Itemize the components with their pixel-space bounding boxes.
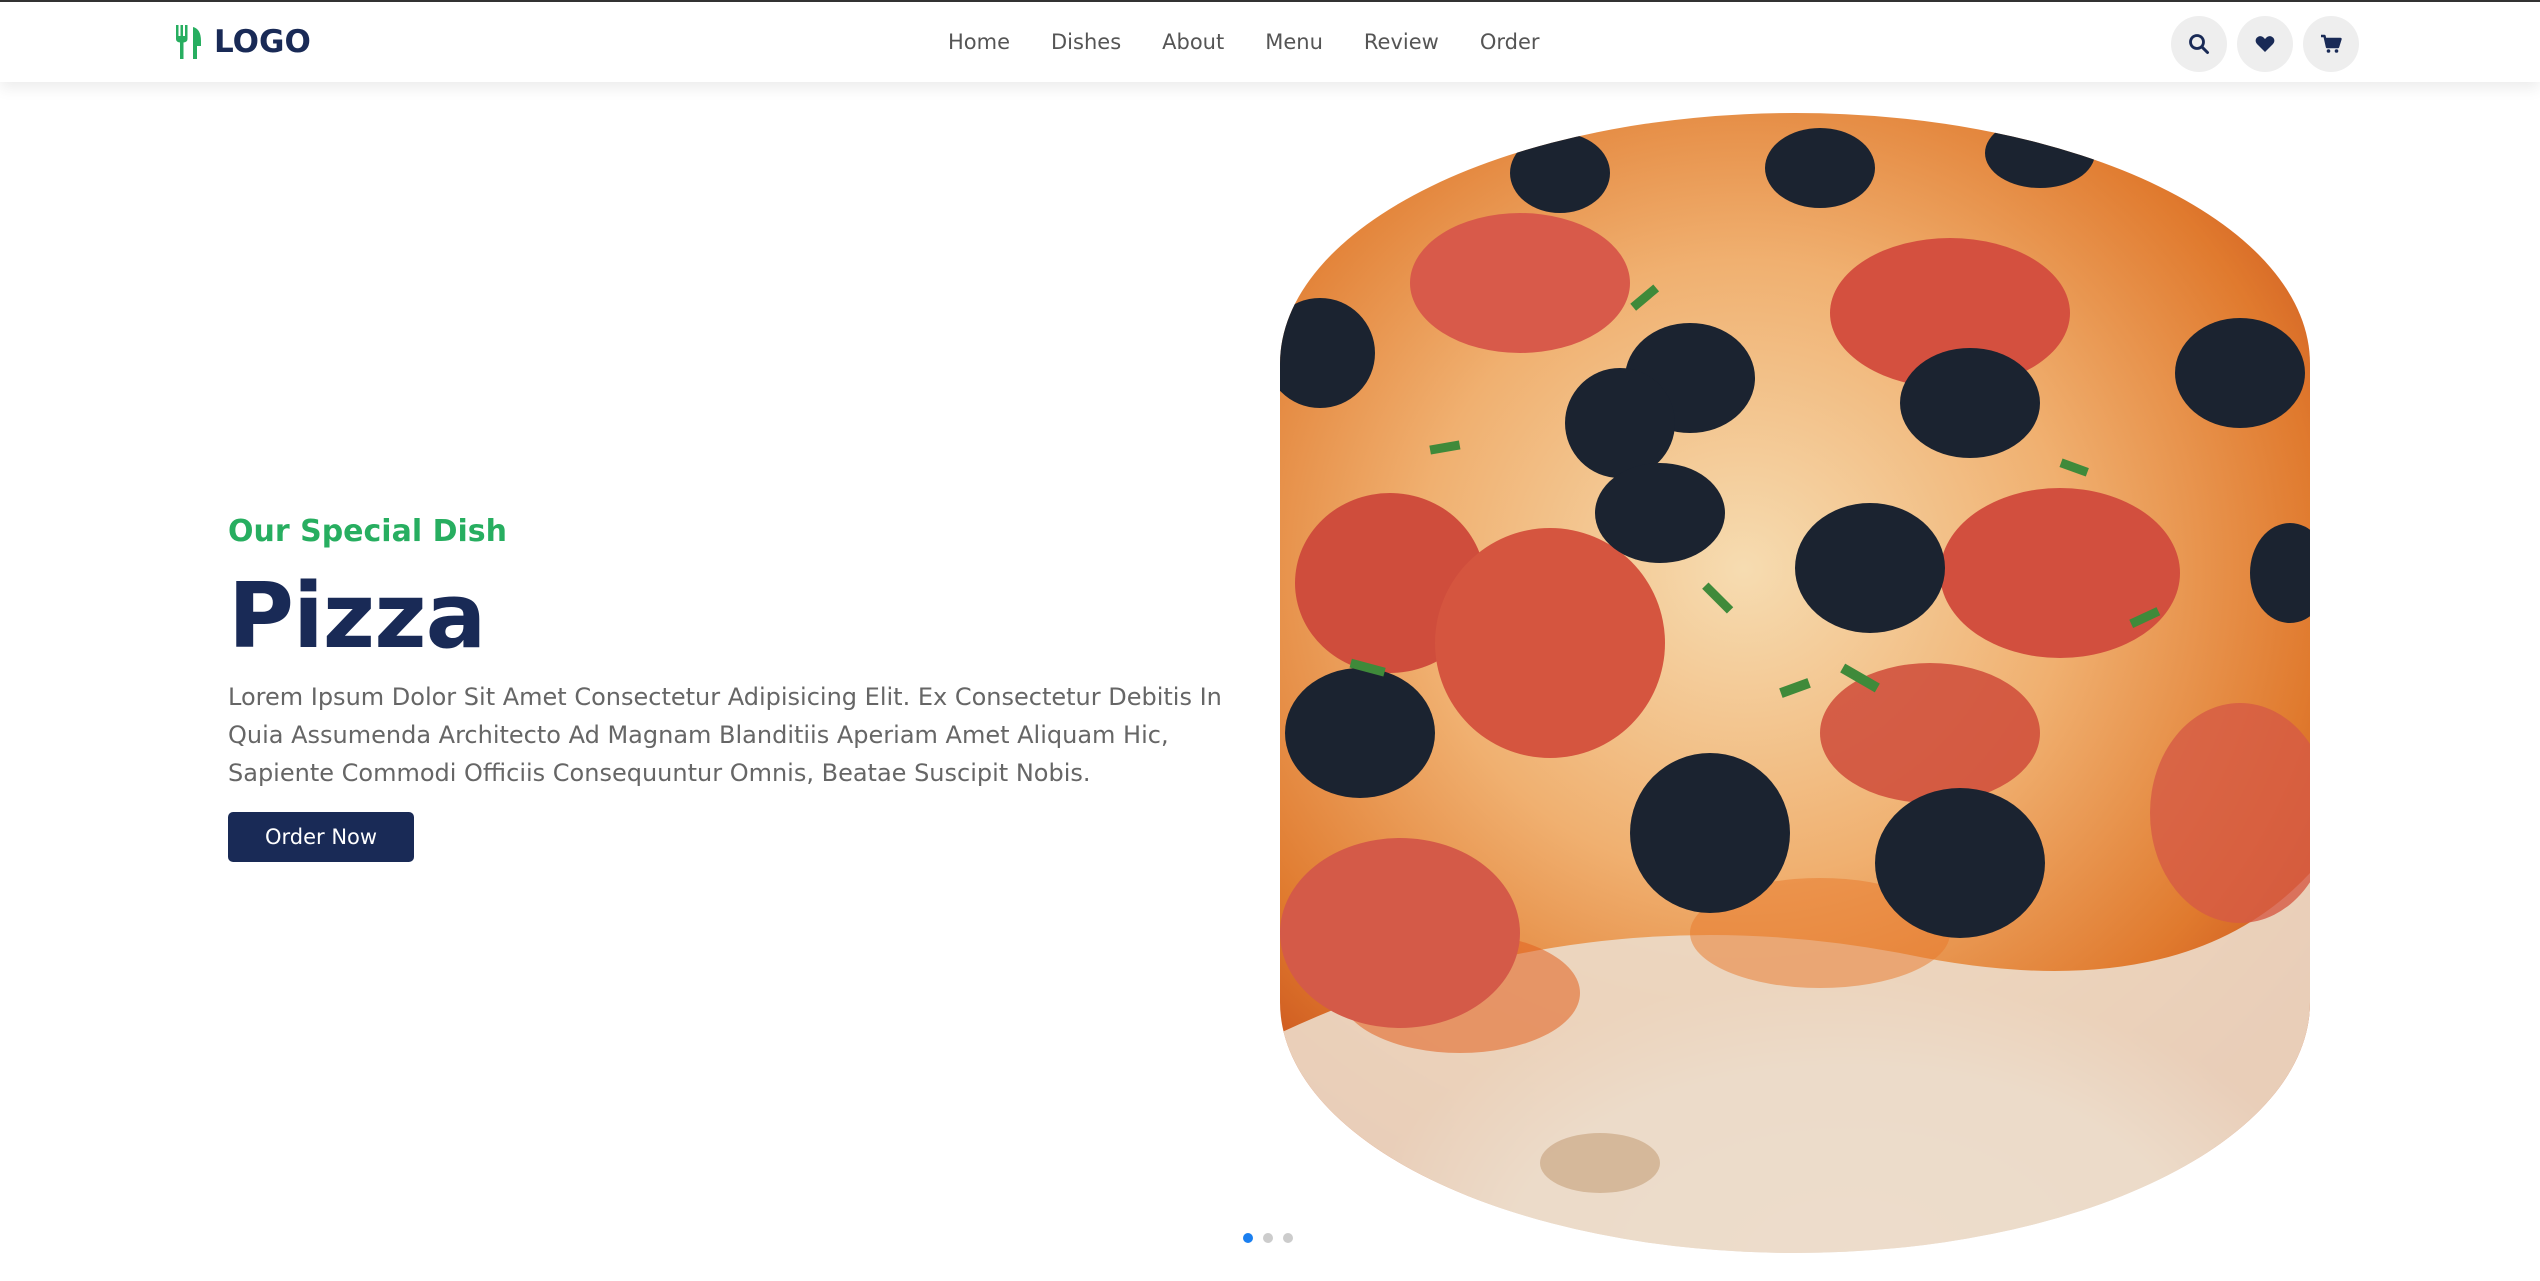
utensils-icon <box>176 25 201 59</box>
logo-text: LOGO <box>214 24 311 60</box>
nav-dishes[interactable]: Dishes <box>1051 30 1121 54</box>
hero-description: Lorem Ipsum Dolor Sit Amet Consectetur A… <box>228 683 1222 787</box>
search-icon <box>2189 34 2209 54</box>
nav-home[interactable]: Home <box>948 30 1010 54</box>
nav-order[interactable]: Order <box>1480 30 1540 54</box>
hero-title: Pizza <box>228 564 486 669</box>
search-button[interactable] <box>2171 16 2227 72</box>
slider-dots <box>1243 1233 1303 1243</box>
slider-dot-1[interactable] <box>1243 1233 1253 1243</box>
order-now-button[interactable]: Order Now <box>228 812 415 862</box>
hero-subtitle: Our Special Dish <box>228 514 507 549</box>
slider-dot-3[interactable] <box>1283 1233 1293 1243</box>
slider-dot-2[interactable] <box>1263 1233 1273 1243</box>
cart-button[interactable] <box>2303 16 2359 72</box>
site-header: LOGO Home Dishes About Menu Review Order <box>0 2 2540 82</box>
main-nav: Home Dishes About Menu Review Order <box>948 2 1540 82</box>
favorites-button[interactable] <box>2237 16 2293 72</box>
header-icons <box>2171 16 2359 72</box>
nav-about[interactable]: About <box>1162 30 1224 54</box>
nav-review[interactable]: Review <box>1364 30 1439 54</box>
pizza-illustration <box>1280 118 2310 1253</box>
logo[interactable]: LOGO <box>174 22 311 62</box>
heart-icon <box>2255 36 2275 52</box>
hero-content: Our Special Dish Pizza Lorem Ipsum Dolor… <box>228 510 1228 862</box>
nav-menu[interactable]: Menu <box>1265 30 1323 54</box>
pizza-image <box>1280 113 2310 1253</box>
cart-icon <box>2321 34 2342 53</box>
